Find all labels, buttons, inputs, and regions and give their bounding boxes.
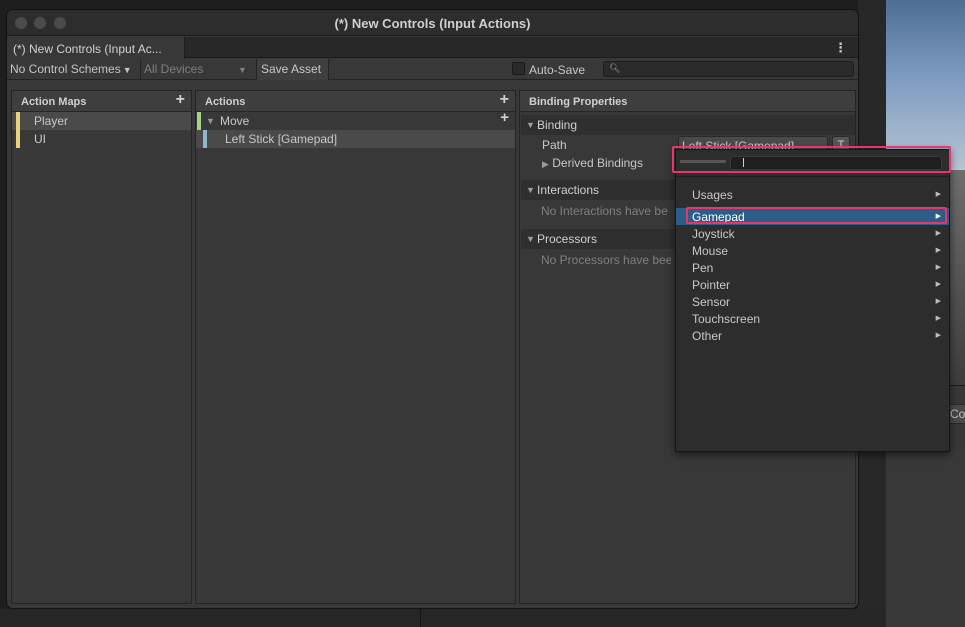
submenu-arrow-icon: ▶: [935, 213, 941, 220]
action-map-label: UI: [34, 132, 46, 146]
binding-label: Left Stick [Gamepad]: [225, 132, 338, 146]
menu-item-touchscreen[interactable]: Touchscreen ▶: [676, 310, 949, 327]
binding-properties-header: Binding Properties: [520, 91, 855, 112]
actions-header: Actions +: [196, 91, 515, 112]
interactions-section-label: Interactions: [537, 183, 600, 197]
menu-item-label: Sensor: [692, 295, 731, 309]
derived-bindings-foldout[interactable]: ▶ Derived Bindings: [542, 156, 643, 170]
menu-item-label: Touchscreen: [692, 312, 761, 326]
background-divider: [420, 609, 421, 627]
add-action-map-icon[interactable]: +: [176, 91, 185, 109]
actions-pane: Actions + ▼ Move + Left Stick [Gamepad]: [195, 90, 516, 604]
processors-section-label: Processors: [537, 232, 598, 246]
search-icon: 🔍︎: [609, 63, 621, 73]
submenu-arrow-icon: ▶: [935, 264, 941, 271]
popup-search-input[interactable]: [730, 156, 942, 170]
toolbar-divider: [140, 59, 141, 80]
tab-bar: (*) New Controls (Input Ac... ⋮: [7, 37, 858, 59]
devices-label: All Devices: [144, 62, 204, 76]
binding-section-header[interactable]: ▼ Binding: [521, 115, 855, 135]
action-item-move[interactable]: ▼ Move +: [196, 109, 515, 130]
action-map-item-player[interactable]: Player: [12, 112, 191, 130]
submenu-arrow-icon: ▶: [935, 332, 941, 339]
menu-item-sensor[interactable]: Sensor ▶: [676, 293, 949, 310]
menu-item-usages[interactable]: Usages ▶: [676, 186, 949, 203]
popup-divider: [676, 176, 949, 177]
action-map-color-strip: [16, 112, 20, 130]
menu-item-mouse[interactable]: Mouse ▶: [676, 242, 949, 259]
popup-mode-toggle[interactable]: [680, 160, 726, 163]
add-action-icon[interactable]: +: [500, 91, 509, 109]
expand-triangle-icon: ▼: [526, 185, 535, 195]
binding-color-strip: [203, 130, 207, 148]
menu-item-label: Usages: [692, 188, 733, 202]
devices-chevron-icon: ▼: [238, 65, 247, 75]
action-maps-header: Action Maps +: [12, 91, 191, 112]
devices-dropdown[interactable]: All Devices: [144, 62, 203, 76]
menu-item-gamepad[interactable]: Gamepad ▶: [676, 208, 949, 225]
control-schemes-label: No Control Schemes: [10, 62, 121, 76]
action-map-item-ui[interactable]: UI: [12, 130, 191, 148]
auto-save-label: Auto-Save: [529, 63, 586, 77]
title-bar[interactable]: (*) New Controls (Input Actions): [7, 10, 858, 36]
menu-item-pen[interactable]: Pen ▶: [676, 259, 949, 276]
tab-new-controls[interactable]: (*) New Controls (Input Ac...: [7, 37, 185, 59]
menu-item-label: Gamepad: [692, 210, 745, 224]
collapsed-triangle-icon: ▶: [542, 159, 549, 169]
action-map-color-strip: [16, 130, 20, 148]
action-maps-pane: Action Maps + Player UI: [11, 90, 192, 604]
menu-item-label: Pen: [692, 261, 714, 275]
background-bottom-bar: [0, 609, 886, 627]
action-color-strip: [197, 112, 201, 130]
menu-item-other[interactable]: Other ▶: [676, 327, 949, 344]
submenu-arrow-icon: ▶: [935, 230, 941, 237]
binding-item-left-stick[interactable]: Left Stick [Gamepad]: [196, 130, 515, 148]
action-map-label: Player: [34, 114, 69, 128]
action-label: Move: [220, 114, 250, 128]
actions-title: Actions: [205, 96, 246, 108]
control-schemes-dropdown[interactable]: No Control Schemes ▼: [10, 62, 132, 76]
menu-item-joystick[interactable]: Joystick ▶: [676, 225, 949, 242]
toolbar: No Control Schemes ▼ All Devices ▼ Save A…: [7, 59, 858, 80]
control-picker-popup: Usages ▶ Gamepad ▶ Joystick ▶ Mouse ▶ Pen ▶ P…: [675, 149, 950, 452]
submenu-arrow-icon: ▶: [935, 281, 941, 288]
submenu-arrow-icon: ▶: [935, 191, 941, 198]
menu-item-pointer[interactable]: Pointer ▶: [676, 276, 949, 293]
menu-item-label: Mouse: [692, 244, 729, 258]
expand-triangle-icon: ▼: [526, 120, 535, 130]
binding-section-label: Binding: [537, 118, 578, 132]
processors-empty-text: No Processors have bee: [541, 253, 671, 267]
auto-save-checkbox[interactable]: [512, 62, 525, 75]
search-input[interactable]: 🔍︎: [603, 61, 854, 77]
menu-item-label: Pointer: [692, 278, 731, 292]
menu-item-label: Other: [692, 329, 723, 343]
menu-item-label: Joystick: [692, 227, 735, 241]
save-asset-button[interactable]: Save Asset: [256, 59, 329, 80]
interactions-empty-text: No Interactions have be: [541, 204, 668, 218]
window-title: (*) New Controls (Input Actions): [334, 16, 531, 31]
submenu-arrow-icon: ▶: [935, 247, 941, 254]
chevron-down-icon: ▼: [122, 65, 132, 75]
derived-bindings-label: Derived Bindings: [552, 156, 643, 170]
add-binding-icon[interactable]: +: [500, 109, 509, 126]
expand-triangle-icon: ▼: [526, 234, 535, 244]
more-options-icon[interactable]: ⋮: [834, 40, 847, 56]
scene-view-sky: [886, 0, 965, 170]
submenu-arrow-icon: ▶: [935, 315, 941, 322]
path-label: Path: [542, 138, 567, 152]
expand-triangle-icon[interactable]: ▼: [206, 116, 215, 126]
text-cursor: [743, 158, 744, 167]
action-maps-title: Action Maps: [21, 96, 87, 108]
submenu-arrow-icon: ▶: [935, 298, 941, 305]
